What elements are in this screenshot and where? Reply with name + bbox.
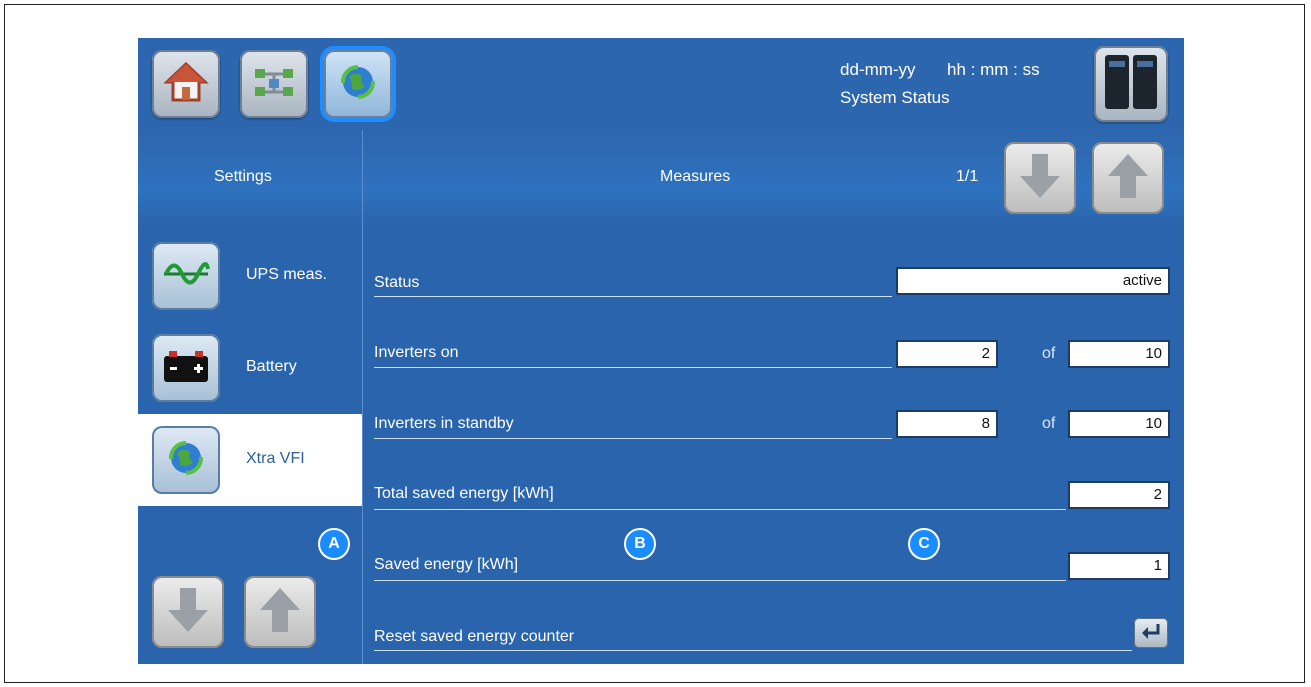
- sub-header-bar: Settings Measures 1/1: [138, 130, 1184, 230]
- system-status-title: System Status: [840, 88, 950, 107]
- sine-wave-icon: [162, 259, 210, 294]
- arrow-up-icon: [1103, 150, 1153, 207]
- marker-a: A: [318, 528, 350, 560]
- of-label: of: [1042, 345, 1056, 362]
- globe-icon: [163, 435, 209, 486]
- page-indicator: 1/1: [956, 168, 979, 185]
- sidebar-scroll-down-button[interactable]: [152, 576, 224, 648]
- sidebar-item-label: Battery: [246, 358, 297, 375]
- ups-cabinet-button[interactable]: [1094, 46, 1168, 122]
- saved-energy-label: Saved energy [kWh]: [374, 556, 519, 573]
- row-underline: [374, 367, 892, 368]
- sub-header-divider: [362, 130, 363, 230]
- page-up-button[interactable]: [1092, 142, 1164, 214]
- ups-meas-button[interactable]: [152, 242, 220, 310]
- home-icon: [163, 59, 209, 110]
- arrow-up-icon: [255, 584, 305, 641]
- xtra-vfi-side-button[interactable]: [152, 426, 220, 494]
- sidebar-item-label: UPS meas.: [246, 266, 327, 283]
- row-underline: [374, 509, 1066, 510]
- reset-saved-energy-label: Reset saved energy counter: [374, 628, 575, 645]
- arrow-down-icon: [1015, 150, 1065, 207]
- status-value: active: [896, 267, 1170, 295]
- saved-energy-value: 1: [1068, 552, 1170, 580]
- globe-icon: [335, 59, 381, 110]
- status-label: Status: [374, 274, 420, 291]
- inverters-standby-label: Inverters in standby: [374, 415, 514, 432]
- sidebar-item-ups-meas[interactable]: UPS meas.: [138, 230, 362, 322]
- xtra-vfi-button[interactable]: [324, 50, 392, 118]
- sidebar-item-xtra-vfi[interactable]: Xtra VFI: [138, 414, 362, 506]
- enter-icon: [1140, 622, 1162, 645]
- battery-icon: [161, 348, 211, 389]
- settings-heading: Settings: [214, 168, 272, 185]
- sidebar-scroll-up-button[interactable]: [244, 576, 316, 648]
- inverters-on-label: Inverters on: [374, 344, 459, 361]
- inverters-standby-value: 8: [896, 410, 998, 438]
- inverters-standby-total: 10: [1068, 410, 1170, 438]
- network-icon: [251, 62, 297, 107]
- page-down-button[interactable]: [1004, 142, 1076, 214]
- settings-sidebar: UPS meas. Battery Xtra VFI: [138, 230, 362, 664]
- top-bar: dd-mm-yy hh : mm : ss System Status: [138, 38, 1184, 130]
- home-button[interactable]: [152, 50, 220, 118]
- inverters-on-total: 10: [1068, 340, 1170, 368]
- of-label: of: [1042, 415, 1056, 432]
- ups-cabinet-icon: [1101, 51, 1161, 118]
- sidebar-item-label: Xtra VFI: [246, 450, 305, 467]
- battery-button[interactable]: [152, 334, 220, 402]
- date-time-display: dd-mm-yy hh : mm : ss: [840, 60, 1040, 80]
- reset-saved-energy-button[interactable]: [1134, 618, 1168, 648]
- inverters-on-value: 2: [896, 340, 998, 368]
- marker-c: C: [908, 528, 940, 560]
- marker-b: B: [624, 528, 656, 560]
- network-button[interactable]: [240, 50, 308, 118]
- sidebar-divider: [362, 230, 363, 664]
- arrow-down-icon: [163, 584, 213, 641]
- row-underline: [374, 650, 1132, 651]
- total-saved-energy-label: Total saved energy [kWh]: [374, 485, 554, 502]
- measures-heading: Measures: [660, 168, 731, 185]
- row-underline: [374, 438, 892, 439]
- date-format: dd-mm-yy: [840, 60, 916, 79]
- sidebar-item-battery[interactable]: Battery: [138, 322, 362, 414]
- time-format: hh : mm : ss: [947, 60, 1040, 79]
- ups-screen: dd-mm-yy hh : mm : ss System Status Sett…: [138, 38, 1184, 664]
- total-saved-energy-value: 2: [1068, 481, 1170, 509]
- row-underline: [374, 580, 1066, 581]
- row-underline: [374, 296, 892, 297]
